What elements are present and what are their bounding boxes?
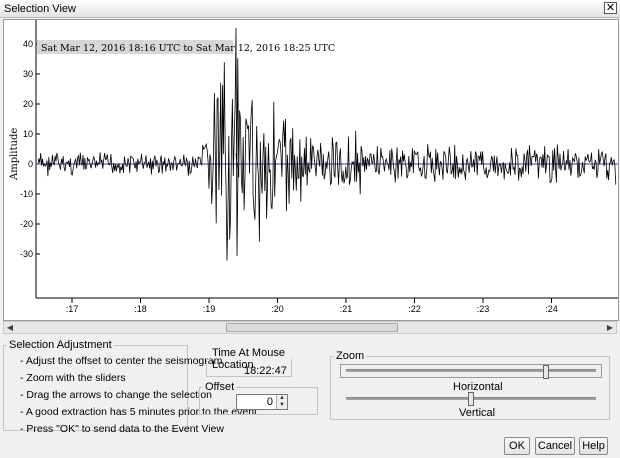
close-button[interactable]: ✕ <box>604 2 617 14</box>
x-tick-label: :24 <box>545 304 558 314</box>
date-range-label: Sat Mar 12, 2016 18:16 UTC to Sat Mar 12… <box>41 43 335 54</box>
instruction-item: - Zoom with the sliders <box>20 372 126 384</box>
y-tick-label: 10 <box>23 129 33 139</box>
scroll-left-arrow-icon[interactable]: ◀ <box>4 322 16 333</box>
y-tick-label: 30 <box>23 69 33 79</box>
x-tick-label: :20 <box>271 304 284 314</box>
y-tick-label: 0 <box>28 159 33 169</box>
selection-adjustment-title: Selection Adjustment <box>9 339 112 351</box>
instruction-item: - Drag the arrows to change the selectio… <box>20 389 213 401</box>
offset-value[interactable]: 0 <box>267 396 273 408</box>
spin-down-icon[interactable]: ▼ <box>276 402 287 409</box>
x-tick-label: :22 <box>408 304 421 314</box>
y-tick-label: -10 <box>20 189 33 199</box>
scroll-right-arrow-icon[interactable]: ▶ <box>604 322 616 333</box>
vertical-zoom-slider-thumb[interactable] <box>468 392 474 406</box>
y-tick-label: 20 <box>23 99 33 109</box>
mouse-time-value: 18:22:47 <box>244 365 287 377</box>
horizontal-zoom-label: Horizontal <box>453 381 503 393</box>
vertical-zoom-label: Vertical <box>459 407 496 419</box>
scrollbar-thumb[interactable] <box>226 323 398 332</box>
spin-up-icon[interactable]: ▲ <box>276 395 287 402</box>
x-tick-label: :18 <box>134 304 147 314</box>
seismogram-svg[interactable]: 40 30 20 10 0 -10 -20 -30 :17 :18 :19 :20 :21 :22 :23… <box>4 20 618 320</box>
instruction-item: - Adjust the offset to center the seismo… <box>20 355 223 367</box>
x-tick-label: :21 <box>340 304 353 314</box>
x-tick-label: :17 <box>66 304 79 314</box>
window-title: Selection View <box>4 3 76 15</box>
ok-button[interactable]: OK <box>504 437 530 455</box>
y-axis-label: Amplitude <box>9 128 20 181</box>
y-tick-label: 40 <box>23 39 33 49</box>
y-tick-label: -30 <box>20 249 33 259</box>
y-tick-label: -20 <box>20 219 33 229</box>
x-tick-label: :23 <box>477 304 490 314</box>
instruction-item: - Press "OK" to send data to the Event V… <box>20 423 224 435</box>
horizontal-slider-track <box>346 369 596 372</box>
horizontal-scrollbar[interactable]: ◀ ▶ <box>3 321 617 334</box>
seismogram-plot[interactable]: 40 30 20 10 0 -10 -20 -30 :17 :18 :19 :20 :21 :22 :23… <box>3 19 619 321</box>
x-tick-label: :19 <box>203 304 216 314</box>
zoom-title: Zoom <box>336 350 365 362</box>
offset-spinbox[interactable]: 0 ▲ ▼ <box>236 394 288 410</box>
seismogram-trace <box>37 27 617 261</box>
cancel-button[interactable]: Cancel <box>535 437 575 455</box>
title-bar: Selection View ✕ <box>0 0 620 18</box>
offset-title: Offset <box>205 381 235 393</box>
horizontal-slider-thumb[interactable] <box>543 365 549 379</box>
help-button[interactable]: Help <box>579 437 608 455</box>
